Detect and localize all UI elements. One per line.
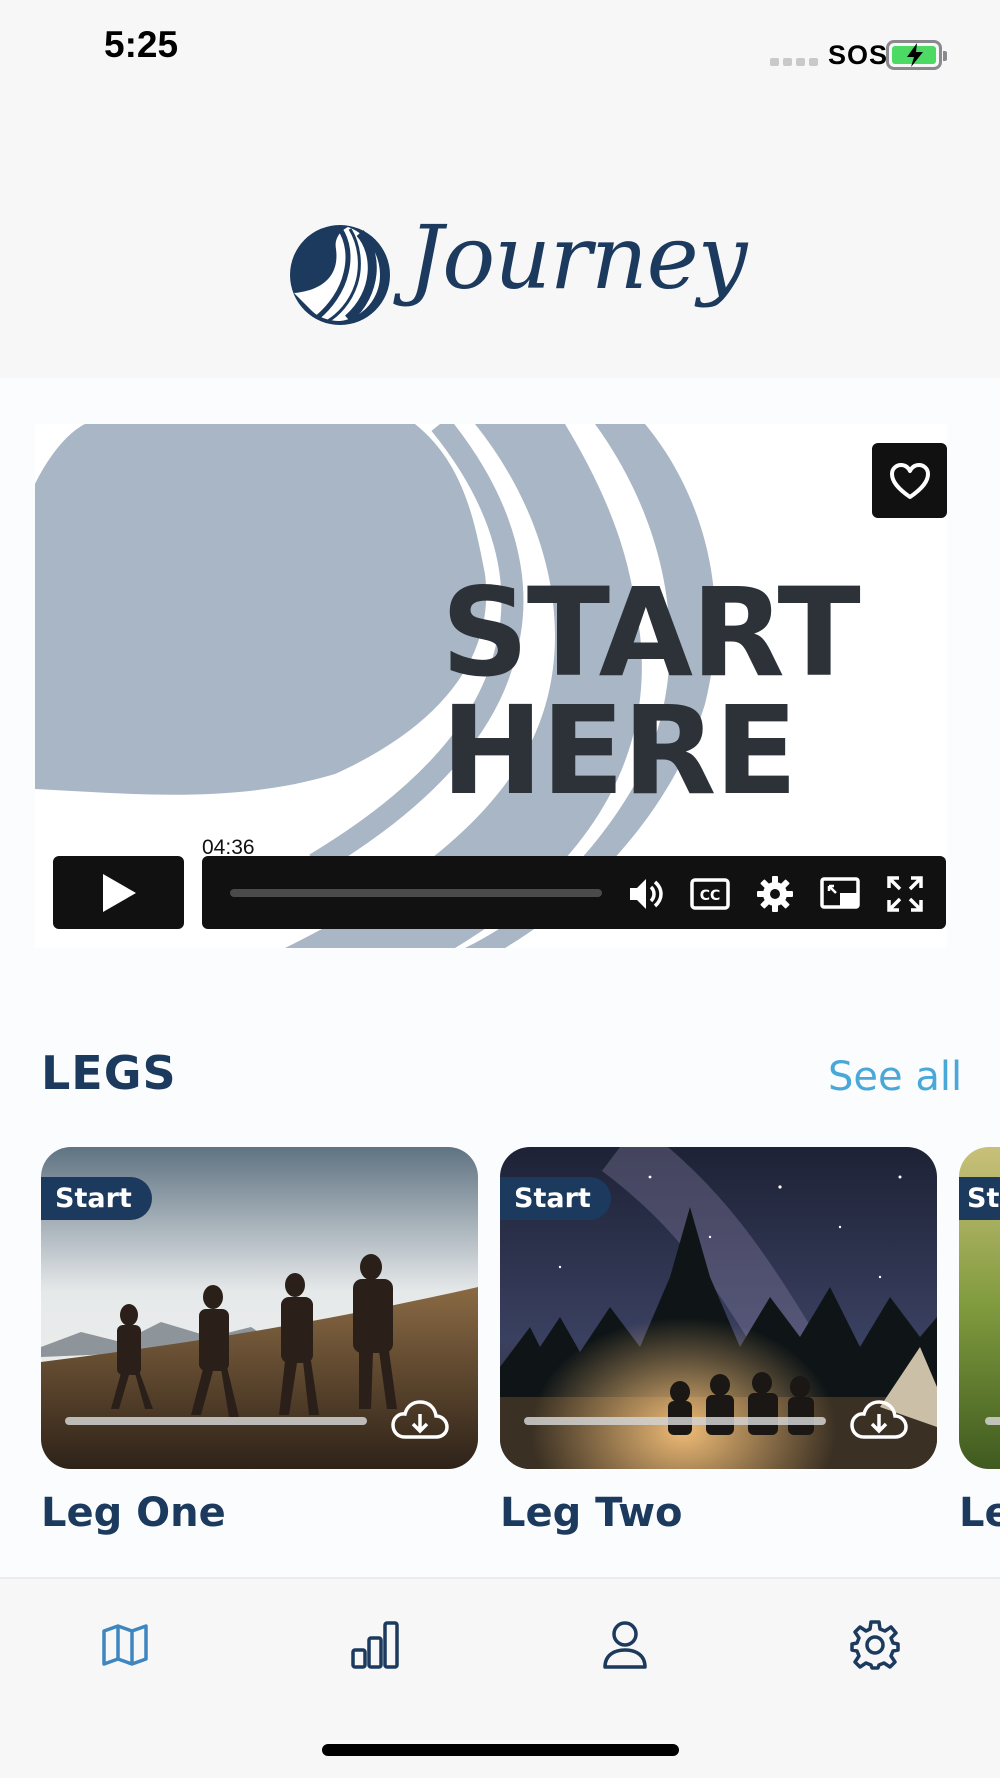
bar-chart-icon	[351, 1621, 399, 1669]
video-title: START HERE	[441, 562, 861, 822]
leg-card[interactable]: St	[959, 1147, 1000, 1469]
legs-section-title: LEGS	[41, 1046, 177, 1100]
video-progress-bar[interactable]	[230, 889, 602, 897]
battery-icon	[886, 40, 947, 70]
profile-icon	[603, 1621, 647, 1669]
cellular-signal-icon	[770, 58, 818, 66]
tab-map[interactable]	[95, 1615, 155, 1675]
status-bar: 5:25 SOS	[0, 0, 1000, 100]
tab-stats[interactable]	[345, 1615, 405, 1675]
start-badge: St	[959, 1177, 1000, 1220]
video-title-line1: START	[441, 562, 861, 704]
gear-icon	[850, 1620, 900, 1670]
leg-card[interactable]: Start	[41, 1147, 478, 1469]
leg-progress-bar	[985, 1417, 1000, 1425]
see-all-link[interactable]: See all	[828, 1054, 962, 1100]
leg-card[interactable]: Start	[500, 1147, 937, 1469]
leg-title: Leg Two	[500, 1490, 683, 1536]
captions-icon[interactable]: CC	[690, 874, 730, 914]
start-badge: Start	[41, 1177, 152, 1220]
status-time: 5:25	[104, 24, 179, 65]
map-icon	[102, 1624, 148, 1666]
video-controls: CC	[202, 856, 946, 929]
road-circle-logo-icon	[288, 223, 392, 332]
heart-icon	[889, 462, 930, 499]
video-title-line2: HERE	[441, 680, 798, 822]
tab-settings[interactable]	[845, 1615, 905, 1675]
app-logo-text: Journey	[408, 206, 747, 309]
fullscreen-icon[interactable]	[885, 874, 925, 914]
pip-icon[interactable]	[820, 874, 860, 914]
download-icon[interactable]	[850, 1399, 908, 1446]
leg-title: Leg One	[41, 1490, 226, 1536]
favorite-button[interactable]	[872, 443, 947, 518]
settings-icon[interactable]	[755, 874, 795, 914]
download-icon[interactable]	[391, 1399, 449, 1446]
svg-text:CC: CC	[700, 888, 721, 904]
home-indicator[interactable]	[322, 1744, 679, 1756]
leg-title: Le	[959, 1490, 1000, 1536]
start-badge: Start	[500, 1177, 611, 1220]
leg-progress-bar	[65, 1417, 367, 1425]
carrier-label: SOS	[828, 40, 889, 70]
tab-profile[interactable]	[595, 1615, 655, 1675]
volume-icon[interactable]	[626, 874, 666, 914]
play-icon	[102, 873, 136, 912]
leg-progress-bar	[524, 1417, 826, 1425]
play-button[interactable]	[53, 856, 184, 929]
